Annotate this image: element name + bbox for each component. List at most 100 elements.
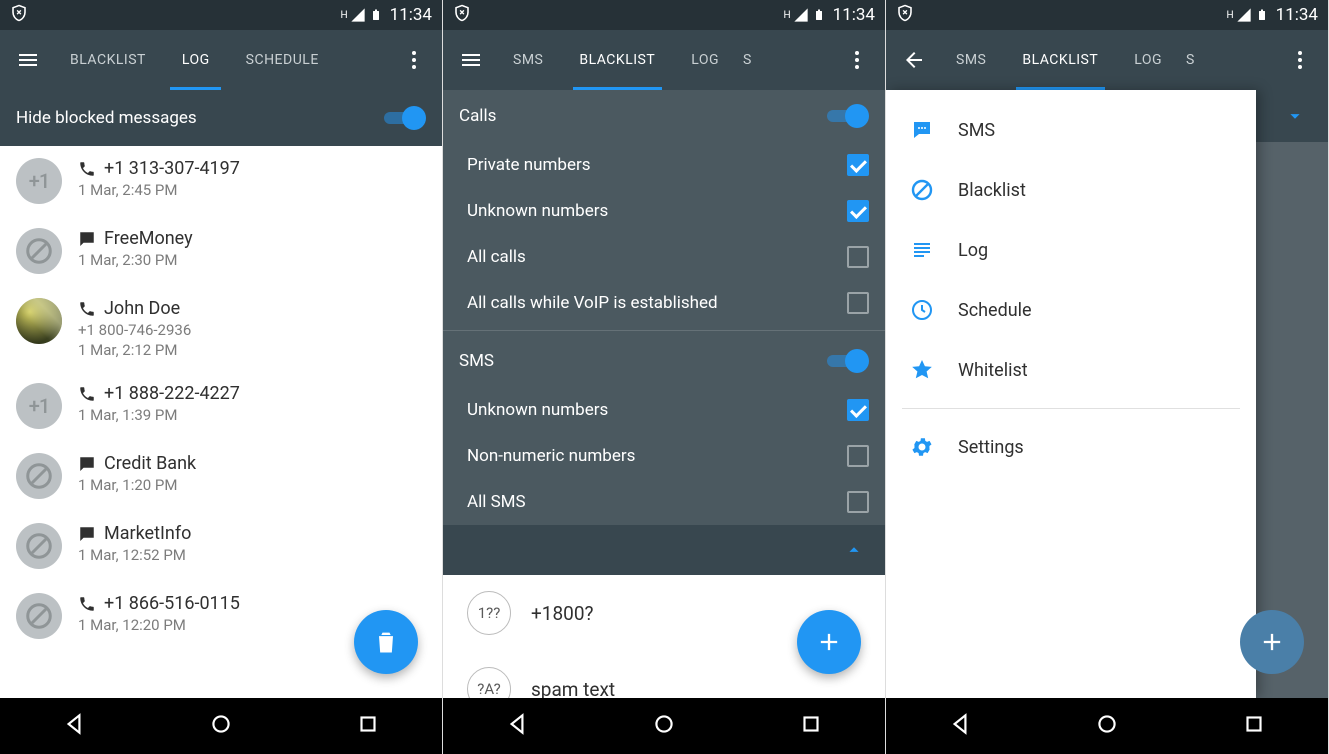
tab-blacklist[interactable]: BLACKLIST — [561, 30, 673, 90]
more-icon — [402, 48, 426, 72]
more-icon — [1288, 48, 1312, 72]
option-checkbox[interactable] — [847, 399, 869, 421]
menu-button[interactable] — [447, 36, 495, 84]
option-checkbox[interactable] — [847, 292, 869, 314]
option-checkbox[interactable] — [847, 154, 869, 176]
drawer-item-sms[interactable]: SMS — [886, 100, 1256, 160]
nav-back-button[interactable] — [504, 711, 530, 741]
nav-home-button[interactable] — [651, 711, 677, 741]
nav-recent-button[interactable] — [355, 711, 381, 741]
nav-recent-button[interactable] — [1241, 711, 1267, 741]
clock-text: 11:34 — [1276, 5, 1318, 25]
tab-log[interactable]: LOG — [673, 30, 737, 90]
avatar-blocked-num: +1 — [16, 383, 62, 429]
tab-sms[interactable]: SMS — [495, 30, 561, 90]
phone-icon — [78, 385, 96, 403]
sms-icon — [910, 118, 934, 142]
nav-home-button[interactable] — [1094, 711, 1120, 741]
sms-icon — [78, 230, 96, 248]
menu-button[interactable] — [4, 36, 52, 84]
option-row[interactable]: Unknown numbers — [443, 387, 885, 433]
log-item[interactable]: +1 +1 888-222-42271 Mar, 1:39 PM — [0, 371, 442, 441]
avatar-contact-photo — [16, 298, 62, 344]
overflow-button[interactable] — [833, 36, 881, 84]
overflow-button[interactable] — [390, 36, 438, 84]
drawer-item-log[interactable]: Log — [886, 220, 1256, 280]
option-row[interactable]: Non-numeric numbers — [443, 433, 885, 479]
drawer-item-settings[interactable]: Settings — [886, 417, 1256, 477]
tab-log[interactable]: LOG — [1116, 30, 1180, 90]
option-label: Non-numeric numbers — [467, 446, 635, 466]
status-bar: H 11:34 — [886, 0, 1328, 30]
block-icon — [910, 178, 934, 202]
option-row[interactable]: All calls while VoIP is established — [443, 280, 885, 326]
option-row[interactable]: Private numbers — [443, 142, 885, 188]
hide-blocked-row[interactable]: Hide blocked messages — [0, 90, 442, 146]
option-checkbox[interactable] — [847, 200, 869, 222]
log-item[interactable]: John Doe+1 800-746-29361 Mar, 2:12 PM — [0, 286, 442, 371]
calls-section-label: Calls — [459, 106, 496, 126]
sms-section-header[interactable]: SMS — [443, 335, 885, 387]
log-title: +1 866-516-0115 — [104, 593, 240, 614]
fab-add[interactable] — [797, 610, 861, 674]
log-item[interactable]: MarketInfo1 Mar, 12:52 PM — [0, 511, 442, 581]
tab-blacklist[interactable]: BLACKLIST — [1004, 30, 1116, 90]
back-button[interactable] — [890, 36, 938, 84]
log-item[interactable]: Credit Bank1 Mar, 1:20 PM — [0, 441, 442, 511]
network-indicator: H — [784, 10, 791, 21]
sms-icon — [78, 525, 96, 543]
option-label: Unknown numbers — [467, 201, 608, 221]
log-icon — [910, 238, 934, 262]
overflow-button[interactable] — [1276, 36, 1324, 84]
log-body: +1 888-222-42271 Mar, 1:39 PM — [78, 383, 426, 424]
sms-switch[interactable] — [825, 349, 869, 373]
tab-schedule-partial[interactable]: S — [737, 30, 758, 90]
log-body: +1 313-307-41971 Mar, 2:45 PM — [78, 158, 426, 199]
plus-icon — [1258, 628, 1286, 656]
tabs: SMS BLACKLIST LOG S — [495, 30, 833, 90]
phone-icon — [78, 300, 96, 318]
nav-recent-button[interactable] — [798, 711, 824, 741]
option-checkbox[interactable] — [847, 246, 869, 268]
settings-icon — [910, 435, 934, 459]
star-icon — [910, 358, 934, 382]
log-subtitle: 1 Mar, 1:39 PM — [78, 406, 426, 424]
drawer-item-label: Log — [958, 240, 988, 261]
option-checkbox[interactable] — [847, 491, 869, 513]
tab-schedule-partial[interactable]: S — [1180, 30, 1201, 90]
fab-delete[interactable] — [354, 610, 418, 674]
signal-icon — [793, 7, 809, 23]
option-label: All calls — [467, 247, 526, 267]
status-bar: H 11:34 — [0, 0, 442, 30]
log-title: Credit Bank — [104, 453, 196, 474]
drawer-divider — [902, 408, 1240, 409]
calls-section-header[interactable]: Calls — [443, 90, 885, 142]
drawer-item-star[interactable]: Whitelist — [886, 340, 1256, 400]
back-icon — [902, 48, 926, 72]
nav-back-button[interactable] — [61, 711, 87, 741]
toolbar: SMS BLACKLIST LOG S — [886, 30, 1328, 90]
drawer-item-label: Blacklist — [958, 180, 1026, 201]
option-row[interactable]: All calls — [443, 234, 885, 280]
nav-back-button[interactable] — [947, 711, 973, 741]
hide-blocked-switch[interactable] — [382, 106, 426, 130]
option-row[interactable]: All SMS — [443, 479, 885, 525]
option-row[interactable]: Unknown numbers — [443, 188, 885, 234]
option-checkbox[interactable] — [847, 445, 869, 467]
battery-icon — [1256, 6, 1268, 24]
log-item[interactable]: +1+1 313-307-41971 Mar, 2:45 PM — [0, 146, 442, 216]
fab-add[interactable] — [1240, 610, 1304, 674]
calls-switch[interactable] — [825, 104, 869, 128]
collapse-settings-row[interactable] — [443, 525, 885, 575]
drawer-item-block[interactable]: Blacklist — [886, 160, 1256, 220]
blacklist-label: +1800? — [531, 602, 593, 625]
drawer-item-schedule[interactable]: Schedule — [886, 280, 1256, 340]
nav-home-button[interactable] — [208, 711, 234, 741]
screen-blacklist-settings: H 11:34 SMS BLACKLIST LOG S Calls Privat… — [443, 0, 886, 754]
tab-sms[interactable]: SMS — [938, 30, 1004, 90]
tab-schedule[interactable]: SCHEDULE — [228, 30, 337, 90]
tab-log[interactable]: LOG — [164, 30, 228, 90]
log-item[interactable]: FreeMoney1 Mar, 2:30 PM — [0, 216, 442, 286]
tab-blacklist[interactable]: BLACKLIST — [52, 30, 164, 90]
trash-icon — [372, 628, 400, 656]
